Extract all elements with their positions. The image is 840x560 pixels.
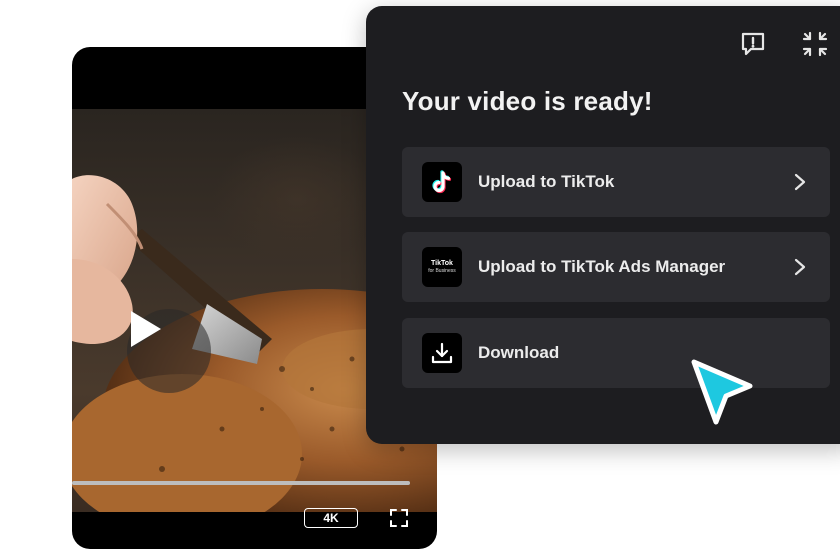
biz-logo-text: TikTok bbox=[431, 260, 453, 267]
chevron-right-icon bbox=[794, 173, 806, 191]
export-panel: Your video is ready! Upload to TikTok Ti… bbox=[366, 6, 840, 444]
pointer-cursor-icon bbox=[691, 359, 753, 425]
upload-to-tiktok-ads-manager-label: Upload to TikTok Ads Manager bbox=[478, 257, 726, 276]
stage: 4K Your video is ready! Upload to TikTok… bbox=[0, 0, 840, 560]
upload-to-tiktok-ads-manager-button[interactable]: TikTok for Business Upload to TikTok Ads… bbox=[402, 232, 830, 302]
tiktok-logo-icon bbox=[422, 162, 462, 202]
play-button[interactable] bbox=[127, 309, 211, 393]
play-icon bbox=[131, 311, 161, 347]
download-label: Download bbox=[478, 343, 560, 362]
feedback-icon[interactable] bbox=[739, 30, 767, 58]
panel-title: Your video is ready! bbox=[402, 86, 653, 116]
video-progress-bar[interactable] bbox=[72, 481, 410, 485]
video-progress-fill bbox=[72, 481, 410, 485]
biz-logo-subtext: for Business bbox=[428, 268, 456, 274]
collapse-icon[interactable] bbox=[801, 30, 829, 58]
quality-badge[interactable]: 4K bbox=[304, 508, 358, 528]
upload-to-tiktok-button[interactable]: Upload to TikTok bbox=[402, 147, 830, 217]
download-button[interactable]: Download bbox=[402, 318, 830, 388]
fullscreen-icon[interactable] bbox=[389, 508, 409, 528]
download-icon bbox=[422, 333, 462, 373]
tiktok-for-business-logo: TikTok for Business bbox=[422, 247, 462, 287]
upload-to-tiktok-label: Upload to TikTok bbox=[478, 172, 615, 191]
chevron-right-icon bbox=[794, 258, 806, 276]
